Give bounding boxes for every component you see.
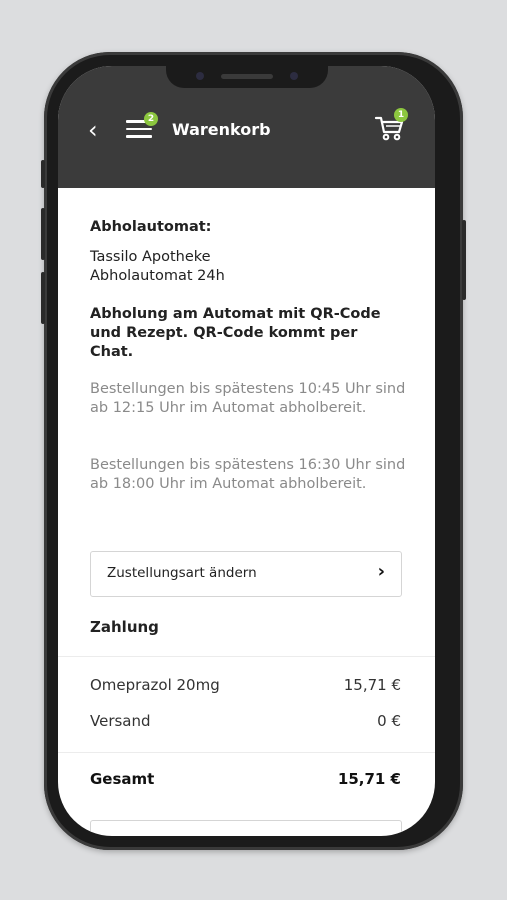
page-title: Warenkorb (172, 120, 271, 139)
phone-power-button (462, 220, 466, 300)
phone-notch (166, 66, 328, 88)
back-arrow-icon[interactable]: ‹ (88, 118, 98, 142)
pickup-notice: Abholung am Automat mit QR-Code und Reze… (90, 306, 381, 360)
payment-item-value: 15,71 € (343, 676, 401, 694)
pickup-schedule-1: Bestellungen bis spätestens 10:45 Uhr si… (90, 381, 406, 416)
shipping-value: 0 € (377, 712, 401, 730)
change-delivery-button[interactable]: Zustellungsart ändern › (90, 551, 402, 597)
next-button-partial[interactable] (90, 820, 402, 836)
divider (58, 752, 435, 753)
sensor-icon (290, 72, 298, 80)
phone-volume-down (41, 272, 45, 324)
pickup-name-line1: Tassilo Apotheke (90, 249, 211, 265)
total-label: Gesamt (90, 770, 155, 788)
divider (58, 656, 435, 657)
camera-icon (196, 72, 204, 80)
shipping-label: Versand (90, 712, 151, 730)
payment-item-label: Omeprazol 20mg (90, 676, 220, 694)
app-screen: ‹ 2 Warenkorb 1 Abholautomat: Tassilo Ap… (58, 66, 435, 836)
speaker-grille (221, 74, 273, 79)
pickup-schedule-2: Bestellungen bis spätestens 16:30 Uhr si… (90, 457, 406, 492)
pickup-name-line2: Abholautomat 24h (90, 268, 225, 284)
pickup-heading: Abholautomat: (90, 219, 212, 235)
phone-volume-up (41, 208, 45, 260)
phone-mute-switch (41, 160, 45, 188)
chevron-right-icon: › (377, 561, 385, 582)
payment-heading: Zahlung (90, 618, 159, 636)
cart-badge: 1 (394, 108, 408, 122)
menu-badge: 2 (144, 112, 158, 126)
total-value: 15,71 € (337, 770, 401, 788)
change-delivery-label: Zustellungsart ändern (107, 565, 257, 581)
